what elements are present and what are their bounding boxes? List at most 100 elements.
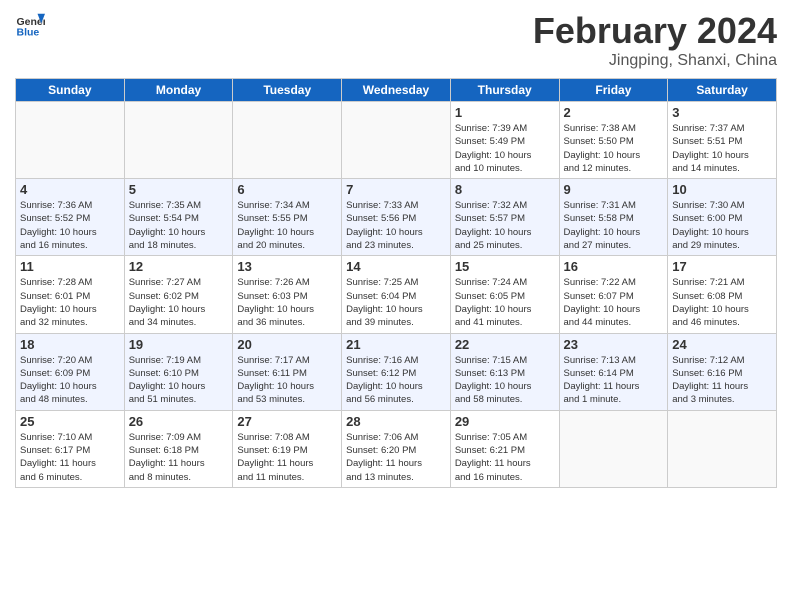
table-cell: 28 Sunrise: 7:06 AM Sunset: 6:20 PM Dayli… [342,410,451,487]
day-number: 15 [455,259,555,274]
main-title: February 2024 [533,10,777,52]
table-cell: 7 Sunrise: 7:33 AM Sunset: 5:56 PM Daylig… [342,179,451,256]
day-info: Sunrise: 7:15 AM Sunset: 6:13 PM Dayligh… [455,354,555,407]
table-cell [233,102,342,179]
calendar-header-row: Sunday Monday Tuesday Wednesday Thursday… [16,79,777,102]
table-cell: 10Sunrise: 7:30 AM Sunset: 6:00 PM Dayli… [668,179,777,256]
table-cell: 15 Sunrise: 7:24 AM Sunset: 6:05 PM Dayli… [450,256,559,333]
day-number: 16 [564,259,664,274]
day-info: Sunrise: 7:34 AM Sunset: 5:55 PM Dayligh… [237,199,337,252]
col-wednesday: Wednesday [342,79,451,102]
day-number: 14 [346,259,446,274]
table-cell: 3 Sunrise: 7:37 AM Sunset: 5:51 PM Daylig… [668,102,777,179]
table-cell: 24 Sunrise: 7:12 AM Sunset: 6:16 PM Dayli… [668,333,777,410]
calendar-row: 1Sunrise: 7:39 AM Sunset: 5:49 PM Daylig… [16,102,777,179]
day-info: Sunrise: 7:06 AM Sunset: 6:20 PM Dayligh… [346,431,446,484]
day-info: Sunrise: 7:19 AM Sunset: 6:10 PM Dayligh… [129,354,229,407]
day-number: 23 [564,337,664,352]
day-number: 28 [346,414,446,429]
table-cell: 4Sunrise: 7:36 AM Sunset: 5:52 PM Daylig… [16,179,125,256]
calendar-row: 18Sunrise: 7:20 AM Sunset: 6:09 PM Dayli… [16,333,777,410]
day-number: 2 [564,105,664,120]
day-info: Sunrise: 7:27 AM Sunset: 6:02 PM Dayligh… [129,276,229,329]
day-info: Sunrise: 7:17 AM Sunset: 6:11 PM Dayligh… [237,354,337,407]
day-number: 9 [564,182,664,197]
header: General Blue February 2024 Jingping, Sha… [15,10,777,70]
day-info: Sunrise: 7:08 AM Sunset: 6:19 PM Dayligh… [237,431,337,484]
calendar: Sunday Monday Tuesday Wednesday Thursday… [15,78,777,488]
table-cell: 13 Sunrise: 7:26 AM Sunset: 6:03 PM Dayli… [233,256,342,333]
day-number: 6 [237,182,337,197]
day-info: Sunrise: 7:35 AM Sunset: 5:54 PM Dayligh… [129,199,229,252]
calendar-row: 11 Sunrise: 7:28 AM Sunset: 6:01 PM Dayli… [16,256,777,333]
table-cell: 23Sunrise: 7:13 AM Sunset: 6:14 PM Dayli… [559,333,668,410]
table-cell: 16 Sunrise: 7:22 AM Sunset: 6:07 PM Dayli… [559,256,668,333]
table-cell: 22Sunrise: 7:15 AM Sunset: 6:13 PM Dayli… [450,333,559,410]
table-cell: 2 Sunrise: 7:38 AM Sunset: 5:50 PM Daylig… [559,102,668,179]
table-cell: 25Sunrise: 7:10 AM Sunset: 6:17 PM Dayli… [16,410,125,487]
calendar-row: 4Sunrise: 7:36 AM Sunset: 5:52 PM Daylig… [16,179,777,256]
col-sunday: Sunday [16,79,125,102]
table-cell: 11 Sunrise: 7:28 AM Sunset: 6:01 PM Dayli… [16,256,125,333]
day-info: Sunrise: 7:28 AM Sunset: 6:01 PM Dayligh… [20,276,120,329]
day-number: 8 [455,182,555,197]
table-cell: 20 Sunrise: 7:17 AM Sunset: 6:11 PM Dayli… [233,333,342,410]
table-cell: 19 Sunrise: 7:19 AM Sunset: 6:10 PM Dayli… [124,333,233,410]
day-info: Sunrise: 7:25 AM Sunset: 6:04 PM Dayligh… [346,276,446,329]
day-number: 19 [129,337,229,352]
day-info: Sunrise: 7:12 AM Sunset: 6:16 PM Dayligh… [672,354,772,407]
day-number: 29 [455,414,555,429]
col-thursday: Thursday [450,79,559,102]
day-number: 3 [672,105,772,120]
table-cell: 29 Sunrise: 7:05 AM Sunset: 6:21 PM Dayli… [450,410,559,487]
table-cell: 18Sunrise: 7:20 AM Sunset: 6:09 PM Dayli… [16,333,125,410]
day-info: Sunrise: 7:22 AM Sunset: 6:07 PM Dayligh… [564,276,664,329]
table-cell: 9 Sunrise: 7:31 AM Sunset: 5:58 PM Daylig… [559,179,668,256]
day-info: Sunrise: 7:33 AM Sunset: 5:56 PM Dayligh… [346,199,446,252]
day-number: 18 [20,337,120,352]
day-info: Sunrise: 7:26 AM Sunset: 6:03 PM Dayligh… [237,276,337,329]
col-monday: Monday [124,79,233,102]
page: General Blue February 2024 Jingping, Sha… [0,0,792,612]
table-cell [668,410,777,487]
day-number: 12 [129,259,229,274]
table-cell: 6 Sunrise: 7:34 AM Sunset: 5:55 PM Daylig… [233,179,342,256]
title-block: February 2024 Jingping, Shanxi, China [533,10,777,70]
day-info: Sunrise: 7:21 AM Sunset: 6:08 PM Dayligh… [672,276,772,329]
day-info: Sunrise: 7:05 AM Sunset: 6:21 PM Dayligh… [455,431,555,484]
table-cell [16,102,125,179]
day-info: Sunrise: 7:38 AM Sunset: 5:50 PM Dayligh… [564,122,664,175]
day-info: Sunrise: 7:16 AM Sunset: 6:12 PM Dayligh… [346,354,446,407]
day-number: 11 [20,259,120,274]
day-number: 26 [129,414,229,429]
day-number: 7 [346,182,446,197]
table-cell: 26 Sunrise: 7:09 AM Sunset: 6:18 PM Dayli… [124,410,233,487]
day-number: 4 [20,182,120,197]
day-number: 20 [237,337,337,352]
day-number: 24 [672,337,772,352]
table-cell [124,102,233,179]
col-saturday: Saturday [668,79,777,102]
logo-icon: General Blue [15,10,45,40]
day-info: Sunrise: 7:39 AM Sunset: 5:49 PM Dayligh… [455,122,555,175]
day-info: Sunrise: 7:09 AM Sunset: 6:18 PM Dayligh… [129,431,229,484]
day-number: 13 [237,259,337,274]
table-cell: 14 Sunrise: 7:25 AM Sunset: 6:04 PM Dayli… [342,256,451,333]
table-cell: 12 Sunrise: 7:27 AM Sunset: 6:02 PM Dayli… [124,256,233,333]
day-number: 21 [346,337,446,352]
svg-text:Blue: Blue [17,27,40,39]
day-number: 17 [672,259,772,274]
table-cell [559,410,668,487]
day-number: 27 [237,414,337,429]
day-info: Sunrise: 7:32 AM Sunset: 5:57 PM Dayligh… [455,199,555,252]
day-info: Sunrise: 7:30 AM Sunset: 6:00 PM Dayligh… [672,199,772,252]
table-cell: 5Sunrise: 7:35 AM Sunset: 5:54 PM Daylig… [124,179,233,256]
day-info: Sunrise: 7:31 AM Sunset: 5:58 PM Dayligh… [564,199,664,252]
calendar-row: 25Sunrise: 7:10 AM Sunset: 6:17 PM Dayli… [16,410,777,487]
day-info: Sunrise: 7:37 AM Sunset: 5:51 PM Dayligh… [672,122,772,175]
day-info: Sunrise: 7:24 AM Sunset: 6:05 PM Dayligh… [455,276,555,329]
table-cell: 21 Sunrise: 7:16 AM Sunset: 6:12 PM Dayli… [342,333,451,410]
col-friday: Friday [559,79,668,102]
table-cell: 8 Sunrise: 7:32 AM Sunset: 5:57 PM Daylig… [450,179,559,256]
table-cell: 17 Sunrise: 7:21 AM Sunset: 6:08 PM Dayli… [668,256,777,333]
